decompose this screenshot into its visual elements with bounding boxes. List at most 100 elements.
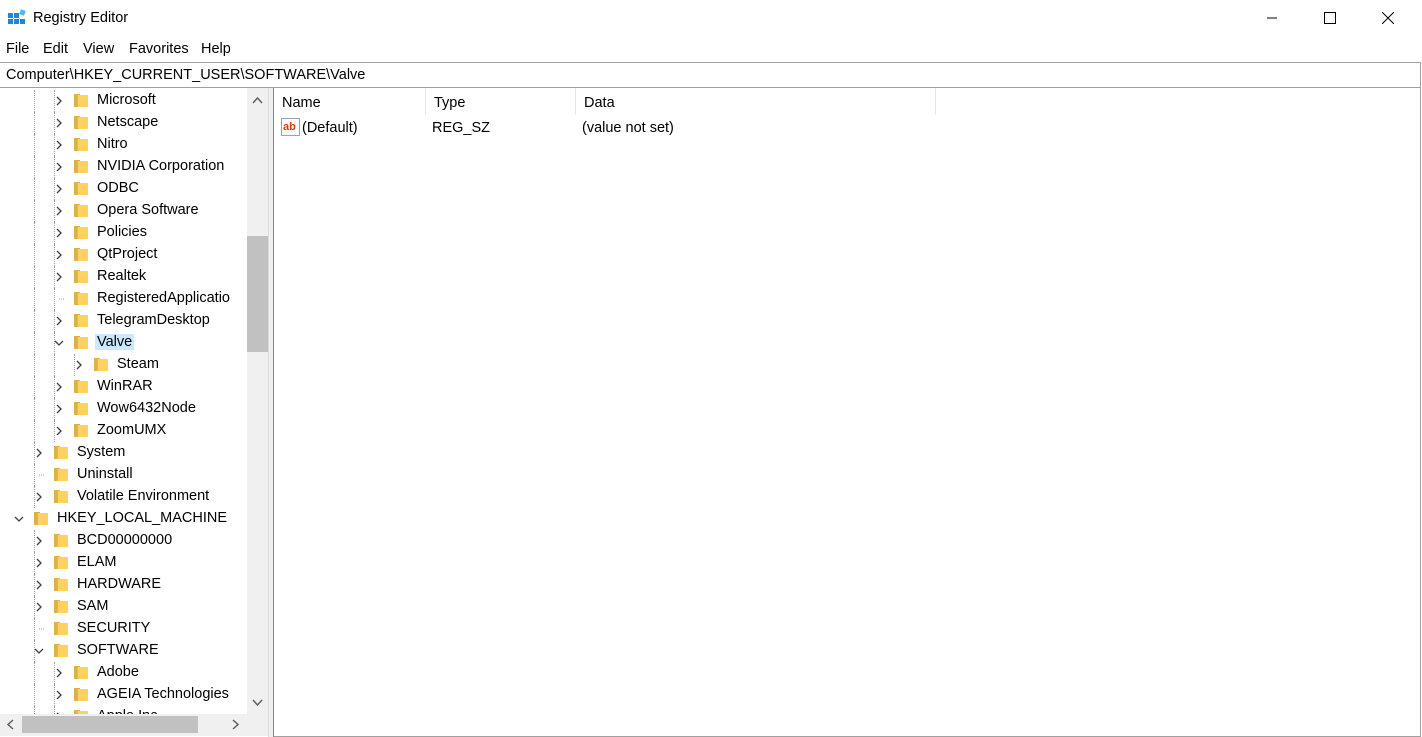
chevron-right-icon[interactable] — [54, 140, 64, 150]
tree-item-label[interactable]: TelegramDesktop — [95, 312, 212, 328]
chevron-right-icon[interactable] — [54, 96, 64, 106]
column-header-type[interactable]: Type — [426, 88, 576, 115]
tree-item[interactable]: WinRAR — [0, 376, 246, 398]
chevron-right-icon[interactable] — [34, 558, 44, 568]
scroll-right-icon[interactable] — [227, 716, 244, 733]
tree-item[interactable]: HARDWARE — [0, 574, 246, 596]
chevron-down-icon[interactable] — [14, 514, 24, 524]
tree-item-label[interactable]: Volatile Environment — [75, 488, 211, 504]
menu-favorites[interactable]: Favorites — [129, 41, 189, 57]
tree-item[interactable]: Steam — [0, 354, 246, 376]
chevron-right-icon[interactable] — [54, 668, 64, 678]
chevron-right-icon[interactable] — [34, 448, 44, 458]
address-path[interactable]: Computer\HKEY_CURRENT_USER\SOFTWARE\Valv… — [6, 67, 365, 83]
column-header-name[interactable]: Name — [274, 88, 426, 115]
minimize-button[interactable] — [1244, 0, 1302, 37]
tree-item[interactable]: ZoomUMX — [0, 420, 246, 442]
tree-item-label[interactable]: AGEIA Technologies — [95, 686, 231, 702]
tree-item[interactable]: RegisteredApplicatio — [0, 288, 246, 310]
tree-item[interactable]: NVIDIA Corporation — [0, 156, 246, 178]
tree-item-label[interactable]: Uninstall — [75, 466, 135, 482]
tree-item-label[interactable]: Opera Software — [95, 202, 201, 218]
tree-item-label[interactable]: Wow6432Node — [95, 400, 198, 416]
tree-item-label[interactable]: Adobe — [95, 664, 141, 680]
tree-item-label[interactable]: Microsoft — [95, 92, 158, 108]
menu-view[interactable]: View — [83, 41, 114, 57]
tree-item-label[interactable]: Netscape — [95, 114, 160, 130]
tree-item[interactable]: BCD00000000 — [0, 530, 246, 552]
tree-item[interactable]: Realtek — [0, 266, 246, 288]
tree-item[interactable]: Uninstall — [0, 464, 246, 486]
chevron-right-icon[interactable] — [54, 184, 64, 194]
tree-item[interactable]: System — [0, 442, 246, 464]
chevron-right-icon[interactable] — [54, 206, 64, 216]
scroll-down-icon[interactable] — [249, 694, 266, 711]
tree-item-label[interactable]: HARDWARE — [75, 576, 163, 592]
tree-item[interactable]: TelegramDesktop — [0, 310, 246, 332]
menu-edit[interactable]: Edit — [43, 41, 68, 57]
tree-item[interactable]: AGEIA Technologies — [0, 684, 246, 706]
chevron-right-icon[interactable] — [34, 580, 44, 590]
tree-item-label[interactable]: SOFTWARE — [75, 642, 161, 658]
tree-horizontal-scrollbar[interactable] — [0, 714, 268, 736]
tree-item[interactable]: Valve — [0, 332, 246, 354]
tree-item[interactable]: Microsoft — [0, 90, 246, 112]
tree-horizontal-scroll-thumb[interactable] — [22, 716, 198, 733]
tree-item-label[interactable]: ZoomUMX — [95, 422, 168, 438]
chevron-right-icon[interactable] — [54, 382, 64, 392]
maximize-button[interactable] — [1302, 0, 1360, 37]
chevron-right-icon[interactable] — [34, 602, 44, 612]
tree-item-label[interactable]: HKEY_LOCAL_MACHINE — [55, 510, 229, 526]
chevron-right-icon[interactable] — [54, 316, 64, 326]
close-button[interactable] — [1360, 0, 1418, 37]
chevron-right-icon[interactable] — [54, 250, 64, 260]
tree-item[interactable]: SOFTWARE — [0, 640, 246, 662]
tree-item[interactable]: Netscape — [0, 112, 246, 134]
chevron-right-icon[interactable] — [54, 426, 64, 436]
tree-item-label[interactable]: Valve — [95, 334, 135, 350]
tree-item[interactable]: SECURITY — [0, 618, 246, 640]
chevron-right-icon[interactable] — [34, 536, 44, 546]
tree-item-label[interactable]: SECURITY — [75, 620, 152, 636]
address-bar[interactable]: Computer\HKEY_CURRENT_USER\SOFTWARE\Valv… — [0, 62, 1420, 88]
chevron-right-icon[interactable] — [34, 492, 44, 502]
tree-item-label[interactable]: SAM — [75, 598, 110, 614]
tree-item[interactable]: ODBC — [0, 178, 246, 200]
tree-item[interactable]: Opera Software — [0, 200, 246, 222]
tree-item-label[interactable]: Realtek — [95, 268, 148, 284]
value-name[interactable]: (Default) — [302, 120, 358, 136]
column-header-data[interactable]: Data — [576, 88, 936, 115]
tree-item[interactable]: Policies — [0, 222, 246, 244]
scroll-up-icon[interactable] — [249, 92, 266, 109]
menu-help[interactable]: Help — [201, 41, 231, 57]
scroll-left-icon[interactable] — [2, 716, 19, 733]
tree-item-label[interactable]: ELAM — [75, 554, 119, 570]
tree-item-label[interactable]: BCD00000000 — [75, 532, 174, 548]
tree-item[interactable]: ELAM — [0, 552, 246, 574]
chevron-down-icon[interactable] — [34, 646, 44, 656]
chevron-right-icon[interactable] — [54, 118, 64, 128]
tree-vertical-scroll-thumb[interactable] — [247, 236, 268, 352]
tree-item-label[interactable]: ODBC — [95, 180, 141, 196]
tree-item-label[interactable]: QtProject — [95, 246, 159, 262]
chevron-right-icon[interactable] — [54, 404, 64, 414]
chevron-right-icon[interactable] — [74, 360, 84, 370]
tree-item-label[interactable]: System — [75, 444, 127, 460]
tree-item[interactable]: SAM — [0, 596, 246, 618]
tree-item-label[interactable]: NVIDIA Corporation — [95, 158, 226, 174]
tree-item[interactable]: Nitro — [0, 134, 246, 156]
tree-item-label[interactable]: Nitro — [95, 136, 130, 152]
tree-item[interactable]: Wow6432Node — [0, 398, 246, 420]
tree-item[interactable]: Volatile Environment — [0, 486, 246, 508]
tree-vertical-scrollbar[interactable] — [247, 88, 268, 714]
menu-file[interactable]: File — [6, 41, 29, 57]
tree-item-label[interactable]: WinRAR — [95, 378, 155, 394]
tree-item[interactable]: Adobe — [0, 662, 246, 684]
chevron-right-icon[interactable] — [54, 272, 64, 282]
tree-item-label[interactable]: Policies — [95, 224, 149, 240]
chevron-right-icon[interactable] — [54, 162, 64, 172]
tree-item-label[interactable]: RegisteredApplicatio — [95, 290, 232, 306]
tree-item[interactable]: QtProject — [0, 244, 246, 266]
tree-item-label[interactable]: Steam — [115, 356, 161, 372]
chevron-right-icon[interactable] — [54, 228, 64, 238]
